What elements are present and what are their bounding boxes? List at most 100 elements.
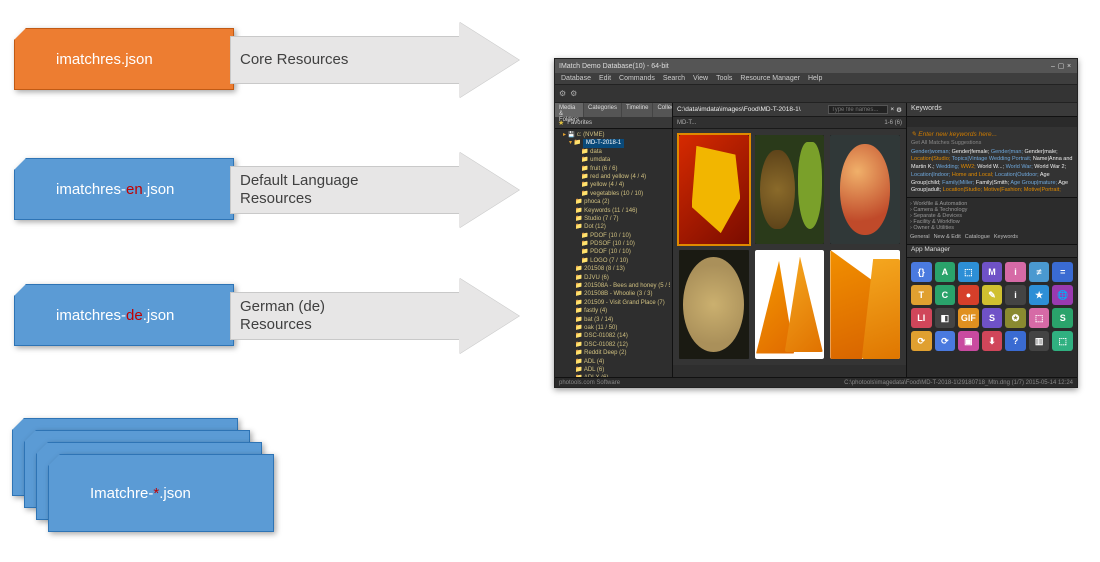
tree-node[interactable]: 📁 Studio (7 / 7) (557, 215, 670, 223)
thumbnail[interactable] (830, 250, 900, 359)
menu-item[interactable]: Tools (716, 75, 732, 82)
menu-item[interactable]: Search (663, 75, 685, 82)
tree-selected[interactable]: MD-T-2018-1 (583, 139, 624, 147)
menu-item[interactable]: Resource Manager (740, 75, 800, 82)
tree-node[interactable]: 📁 ADLX (6) (557, 374, 670, 377)
app-icon[interactable]: M (982, 262, 1003, 282)
app-icon[interactable]: ▣ (958, 331, 979, 351)
tree-node[interactable]: 📁 Reddit Deep (2) (557, 349, 670, 357)
app-icon[interactable]: ⬚ (1052, 331, 1073, 351)
menu-item[interactable]: View (693, 75, 708, 82)
app-icon-grid[interactable]: {}A⬚Mi≠=TC●✎i★🌐LI◧GIFS✪⬚S⟳⟳▣⬇?▥⬚ (907, 257, 1077, 377)
app-icon[interactable]: ⟳ (911, 331, 932, 351)
thumbnail[interactable] (755, 250, 825, 359)
keywords-prompt[interactable]: ✎ Enter new keywords here... (911, 130, 1073, 139)
thumbnail[interactable] (755, 135, 825, 244)
arrow-german: German (de) Resources (230, 278, 520, 354)
thumbnail-grid[interactable] (673, 129, 906, 365)
tree-node[interactable]: 📁 LOGO (7 / 10) (557, 257, 670, 265)
favorite-icon[interactable]: ★ (558, 119, 564, 127)
app-icon[interactable]: i (1005, 285, 1026, 305)
tree-node[interactable]: 📁 Dot (12) (557, 223, 670, 231)
tree-node[interactable]: 📁 red and yellow (4 / 4) (557, 173, 670, 181)
menubar[interactable]: Database Edit Commands Search View Tools Resou… (555, 73, 1077, 85)
tree-node[interactable]: 📁 201508 (8 / 13) (557, 265, 670, 273)
left-tabs[interactable]: Media & FoldersCategoriesTimelineCollect… (555, 103, 672, 117)
tree-node[interactable]: 📁 DJVU (6) (557, 274, 670, 282)
app-icon[interactable]: {} (911, 262, 932, 282)
menu-item[interactable]: Edit (599, 75, 611, 82)
tree-node[interactable]: 📁 Keywords (11 / 146) (557, 207, 670, 215)
app-icon[interactable]: ? (1005, 331, 1026, 351)
window-controls[interactable]: –▢× (1049, 62, 1073, 70)
titlebar[interactable]: IMatch Demo Database(10) - 64-bit –▢× (555, 59, 1077, 73)
app-icon[interactable]: ★ (1029, 285, 1050, 305)
tab[interactable]: Categories (584, 103, 621, 117)
tree-node[interactable]: 📁 umdata (557, 156, 670, 164)
gear-icon[interactable]: ⚙ (559, 89, 566, 98)
tree-node[interactable]: 📁 PDOF (10 / 10) (557, 248, 670, 256)
toolbar[interactable]: ⚙ ⚙ (555, 85, 1077, 103)
app-icon[interactable]: ✪ (1005, 308, 1026, 328)
menu-item[interactable]: Commands (619, 75, 655, 82)
path-bar[interactable]: C:\data\imdata\images\Food\MD-T-2018-1\ … (673, 103, 906, 117)
tree-node[interactable]: 📁 DSC-01082 (12) (557, 341, 670, 349)
close-icon[interactable]: × (890, 106, 894, 113)
tree-node[interactable]: 📁 201508B - Whoolie (3 / 3) (557, 290, 670, 298)
tree-node[interactable]: 📁 ADL (4) (557, 358, 670, 366)
tree-node[interactable]: 📁 bat (3 / 14) (557, 316, 670, 324)
tab[interactable]: Timeline (622, 103, 652, 117)
status-left: photools.com Software (559, 380, 620, 386)
tree-node[interactable]: 📁 fastly (4) (557, 307, 670, 315)
keywords-panel[interactable]: ✎ Enter new keywords here... Get All Mat… (907, 127, 1077, 197)
folder-tree[interactable]: ▸ 💾 c: (NVME) ▾ 📁 MD-T-2018-1 📁 data📁 um… (555, 129, 672, 377)
app-icon[interactable]: LI (911, 308, 932, 328)
app-icon[interactable]: ▥ (1029, 331, 1050, 351)
app-icon[interactable]: S (1052, 308, 1073, 328)
tree-node[interactable]: 📁 201509 - Visit Grand Place (7) (557, 299, 670, 307)
status-right: C:\photools\imagedata\Food\MD-T-2018-1\2… (844, 380, 1073, 386)
app-icon[interactable]: A (935, 262, 956, 282)
app-icon[interactable]: ⬇ (982, 331, 1003, 351)
thumbnail[interactable] (679, 250, 749, 359)
app-icon[interactable]: ◧ (935, 308, 956, 328)
file-label: Imatchre-*.json (90, 485, 191, 502)
tree-node[interactable]: 📁 DSC-01082 (14) (557, 332, 670, 340)
tree-node[interactable]: 📁 phoca (2) (557, 198, 670, 206)
app-icon[interactable]: i (1005, 262, 1026, 282)
thumbnail[interactable] (830, 135, 900, 244)
menu-item[interactable]: Database (561, 75, 591, 82)
tree-node[interactable]: 📁 PDSOF (10 / 10) (557, 240, 670, 248)
file-german: imatchres-de.json (14, 284, 234, 346)
thumbnail[interactable] (679, 135, 749, 244)
right-mid-panel[interactable]: › Workfile & Automation› Camera & Techno… (907, 197, 1077, 245)
app-icon[interactable]: ⟳ (935, 331, 956, 351)
gear-icon[interactable]: ⚙ (570, 89, 577, 98)
tree-node[interactable]: 📁 201508A - Bees and honey (5 / 5) (557, 282, 670, 290)
app-icon[interactable]: = (1052, 262, 1073, 282)
app-icon[interactable]: ≠ (1029, 262, 1050, 282)
gear-icon[interactable]: ⚙ (896, 106, 902, 114)
app-manager-header: App Manager (907, 245, 1077, 257)
tree-node[interactable]: 📁 fruit (6 / 6) (557, 165, 670, 173)
search-input[interactable] (828, 105, 888, 114)
app-icon[interactable]: 🌐 (1052, 285, 1073, 305)
tree-node[interactable]: 📁 ADL (6) (557, 366, 670, 374)
app-icon[interactable]: ⬚ (958, 262, 979, 282)
app-icon[interactable]: ✎ (982, 285, 1003, 305)
app-icon[interactable]: GIF (958, 308, 979, 328)
app-icon[interactable]: S (982, 308, 1003, 328)
tree-node[interactable]: 📁 yellow (4 / 4) (557, 181, 670, 189)
app-icon[interactable]: ● (958, 285, 979, 305)
menu-item[interactable]: Help (808, 75, 822, 82)
tree-node[interactable]: 📁 vegetables (10 / 10) (557, 190, 670, 198)
app-icon[interactable]: C (935, 285, 956, 305)
tab[interactable]: Media & Folders (555, 103, 583, 117)
tree-node[interactable]: 📁 oak (11 / 50) (557, 324, 670, 332)
tree-node[interactable]: 📁 PDOF (10 / 10) (557, 232, 670, 240)
keywords-header: Keywords (907, 103, 1077, 117)
app-icon[interactable]: T (911, 285, 932, 305)
tab[interactable]: Collections (653, 103, 673, 117)
app-icon[interactable]: ⬚ (1029, 308, 1050, 328)
tree-node[interactable]: 📁 data (557, 148, 670, 156)
